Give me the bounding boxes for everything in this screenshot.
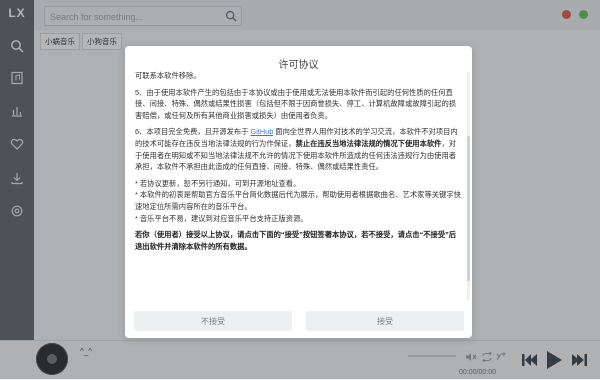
note-3: * 音乐平台不易，建议到对应音乐平台支持正版资源。	[135, 213, 308, 223]
accept-button[interactable]: 接受	[306, 311, 464, 331]
scrollbar-thumb[interactable]	[467, 136, 470, 281]
dialog-title: 许可协议	[278, 60, 319, 71]
decline-button[interactable]: 不接受	[134, 311, 292, 331]
note-2: * 本软件的初衷是帮助官方音乐平台简化数据后代为展示，帮助使用者根据歌曲名、艺术…	[135, 190, 461, 211]
license-dialog: 许可协议 可联系本软件移除。 5、由于使用本软件产生的包括由于本协议或由于使用或…	[125, 46, 472, 338]
github-link[interactable]: GitHub	[251, 127, 274, 136]
license-partial-top: 可联系本软件移除。	[135, 71, 201, 80]
license-text: 可联系本软件移除。 5、由于使用本软件产生的包括由于本协议或由于使用或无法使用本…	[135, 70, 461, 300]
license-item-6: 6、本项目完全免费，且开源发布于 GitHub 面向全世界人用作对技术的学习交流…	[135, 127, 458, 172]
note-1: * 若协议更新，恕不另行通知，可到开源地址查看。	[135, 178, 301, 188]
agreement-final: 若你（使用者）接受以上协议，请点击下面的“接受”按钮签署本协议，若不接受，请点击…	[135, 230, 457, 251]
license-item-5: 5、由于使用本软件产生的包括由于本协议或由于使用或无法使用本软件而引起的任何性质…	[135, 87, 457, 120]
